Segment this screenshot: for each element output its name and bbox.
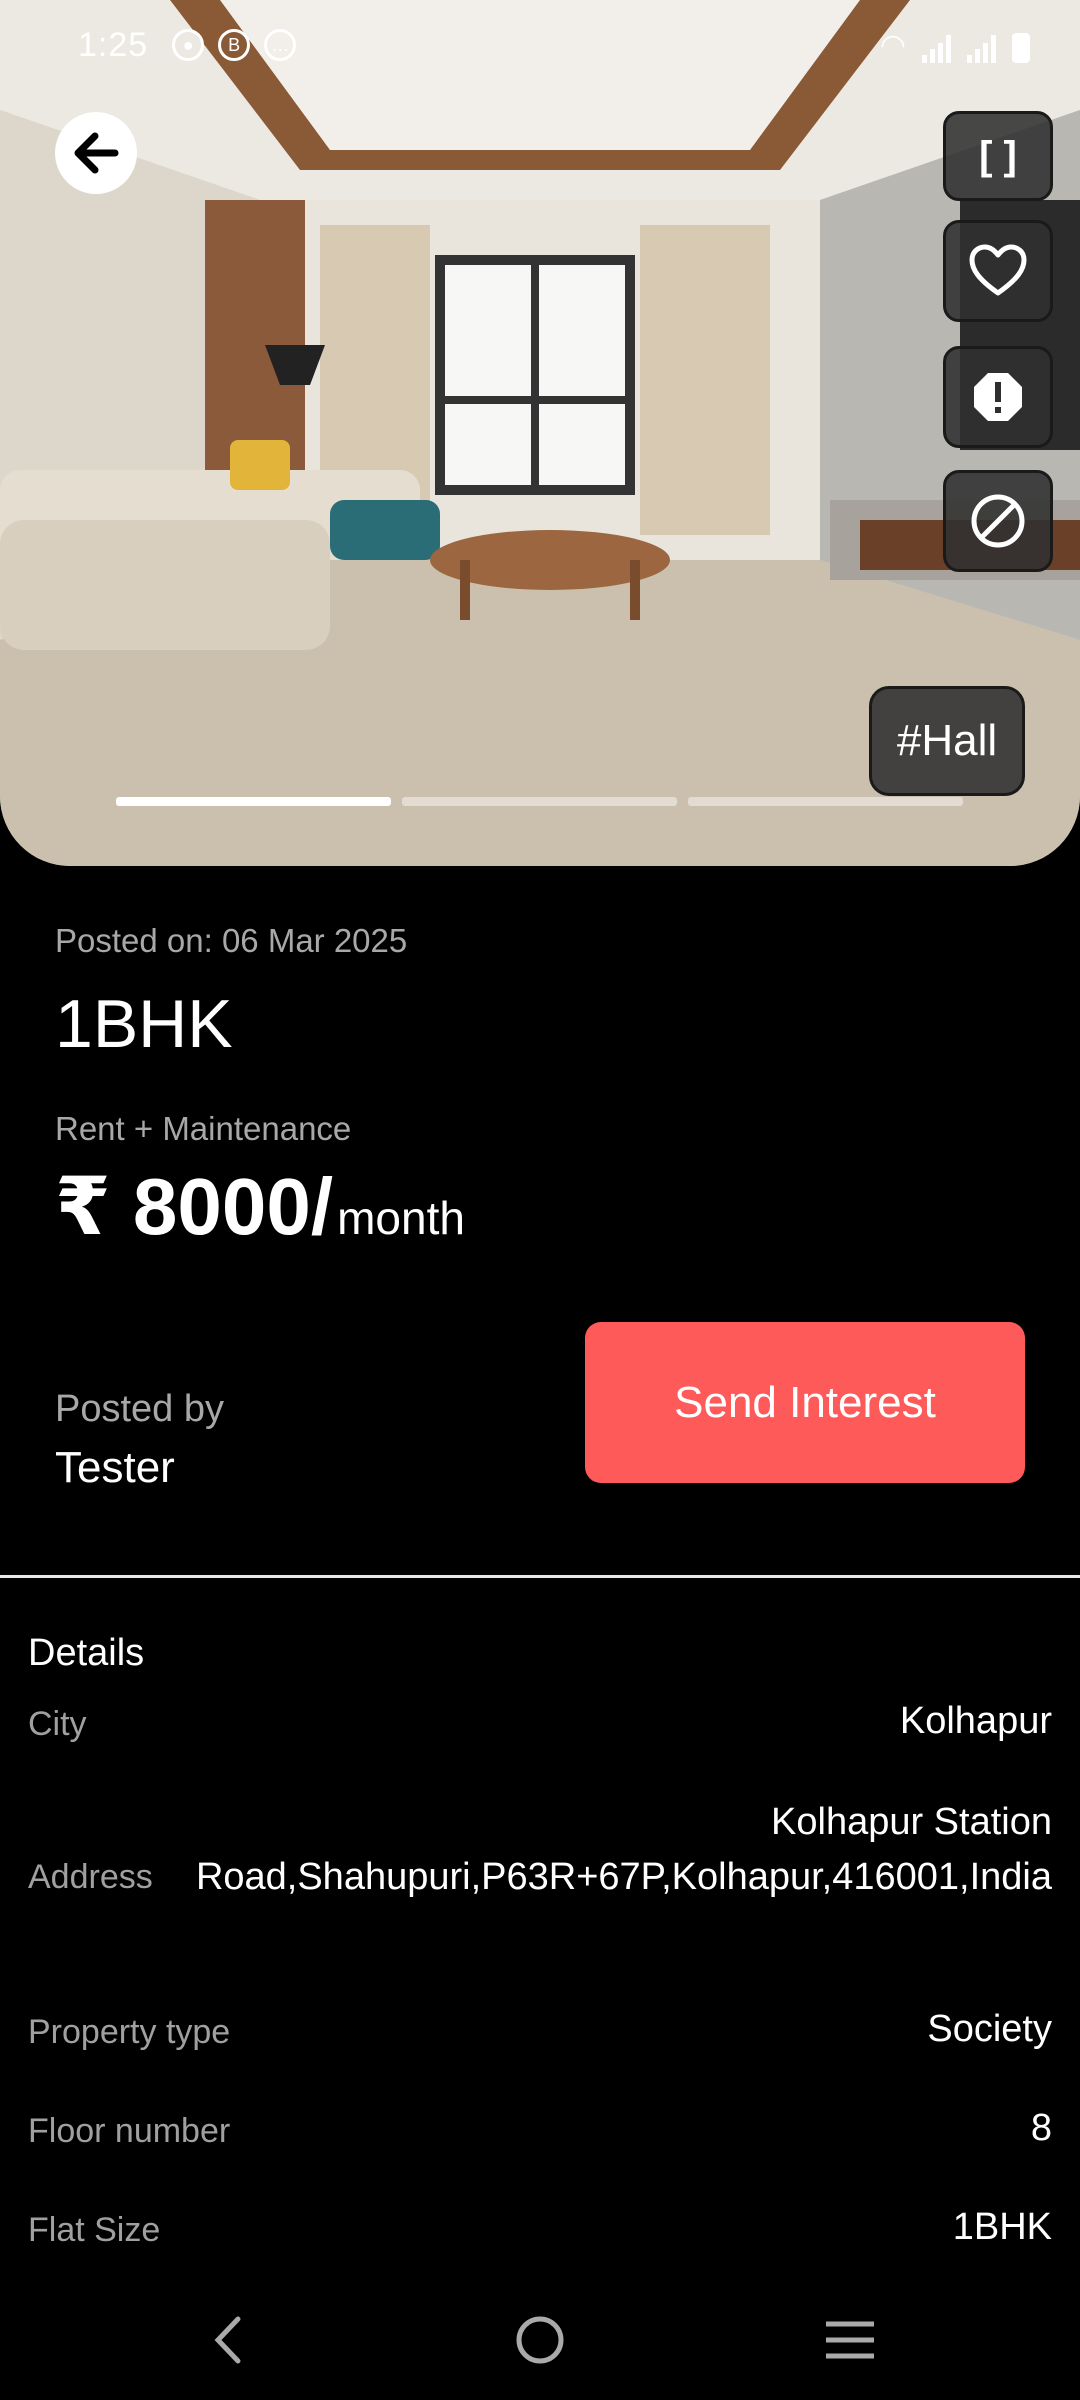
nav-menu-button[interactable] xyxy=(810,2300,890,2380)
expand-icon: [ ] xyxy=(979,133,1017,178)
rent-label: Rent + Maintenance xyxy=(55,1110,352,1147)
detail-value-city: Kolhapur xyxy=(899,1700,1052,1742)
posted-by-label: Posted by xyxy=(55,1388,224,1430)
detail-value-property-type: Society xyxy=(927,2008,1052,2050)
message-icon: … xyxy=(264,29,297,61)
address-line-2: Road,Shahupuri,P63R+67P,Kolhapur,416001,… xyxy=(195,1856,1052,1898)
status-bar: 1:25 ● B … ◠ xyxy=(0,0,1080,90)
expand-button[interactable]: [ ] xyxy=(943,111,1053,201)
details-heading: Details xyxy=(28,1632,145,1674)
nav-back-button[interactable] xyxy=(188,2300,268,2380)
back-button[interactable] xyxy=(55,112,137,194)
detail-value-address: Kolhapur Station Road,Shahupuri,P63R+67P… xyxy=(196,1795,1052,1905)
block-button[interactable] xyxy=(943,470,1053,572)
image-tag-chip: #Hall xyxy=(869,686,1025,796)
menu-nav-icon xyxy=(826,2321,874,2359)
property-image-gallery[interactable]: 1:25 ● B … ◠ [ ] #Hall xyxy=(0,0,1080,866)
nav-home-button[interactable] xyxy=(500,2300,580,2380)
detail-label-property-type: Property type xyxy=(28,2013,231,2051)
favorite-button[interactable] xyxy=(943,220,1053,322)
section-divider xyxy=(0,1575,1080,1578)
home-nav-icon xyxy=(516,2316,564,2364)
report-icon xyxy=(974,373,1022,421)
detail-label-flat-size: Flat Size xyxy=(28,2211,161,2249)
status-time: 1:25 xyxy=(78,25,149,64)
detail-label-floor-number: Floor number xyxy=(28,2112,231,2150)
chat-bubble-icon: ● xyxy=(172,29,205,61)
battery-icon xyxy=(1012,32,1030,63)
posted-on-date: Posted on: 06 Mar 2025 xyxy=(55,922,408,959)
image-tag-label: #Hall xyxy=(896,716,998,765)
page-indicator-1[interactable] xyxy=(116,797,391,806)
detail-label-city: City xyxy=(28,1705,87,1743)
wifi-icon: ◠ xyxy=(879,28,906,62)
back-nav-icon xyxy=(214,2316,241,2364)
send-interest-button[interactable]: Send Interest xyxy=(585,1322,1025,1483)
signal-icon-2 xyxy=(967,33,996,63)
b-circle-icon: B xyxy=(218,29,251,61)
report-button[interactable] xyxy=(943,346,1053,448)
page-indicator-3[interactable] xyxy=(688,797,963,806)
price-unit: month xyxy=(337,1192,465,1244)
detail-value-floor-number: 8 xyxy=(1030,2107,1052,2149)
detail-label-address: Address xyxy=(28,1858,153,1896)
system-nav-bar xyxy=(0,2280,1080,2400)
detail-value-flat-size: 1BHK xyxy=(952,2206,1052,2248)
arrow-left-icon xyxy=(74,132,119,174)
page-indicator-2[interactable] xyxy=(402,797,677,806)
system-icons: ◠ xyxy=(880,28,1030,63)
heart-icon xyxy=(969,244,1027,296)
price-amount: ₹ 8000/ xyxy=(55,1162,334,1251)
address-line-1: Kolhapur Station xyxy=(771,1801,1052,1843)
posted-by-name: Tester xyxy=(55,1443,175,1492)
block-icon xyxy=(971,494,1025,548)
listing-title: 1BHK xyxy=(55,986,233,1062)
price-row: ₹ 8000/ month xyxy=(55,1160,465,1253)
signal-icon xyxy=(922,33,951,63)
notification-icons: ● B … xyxy=(172,29,297,61)
